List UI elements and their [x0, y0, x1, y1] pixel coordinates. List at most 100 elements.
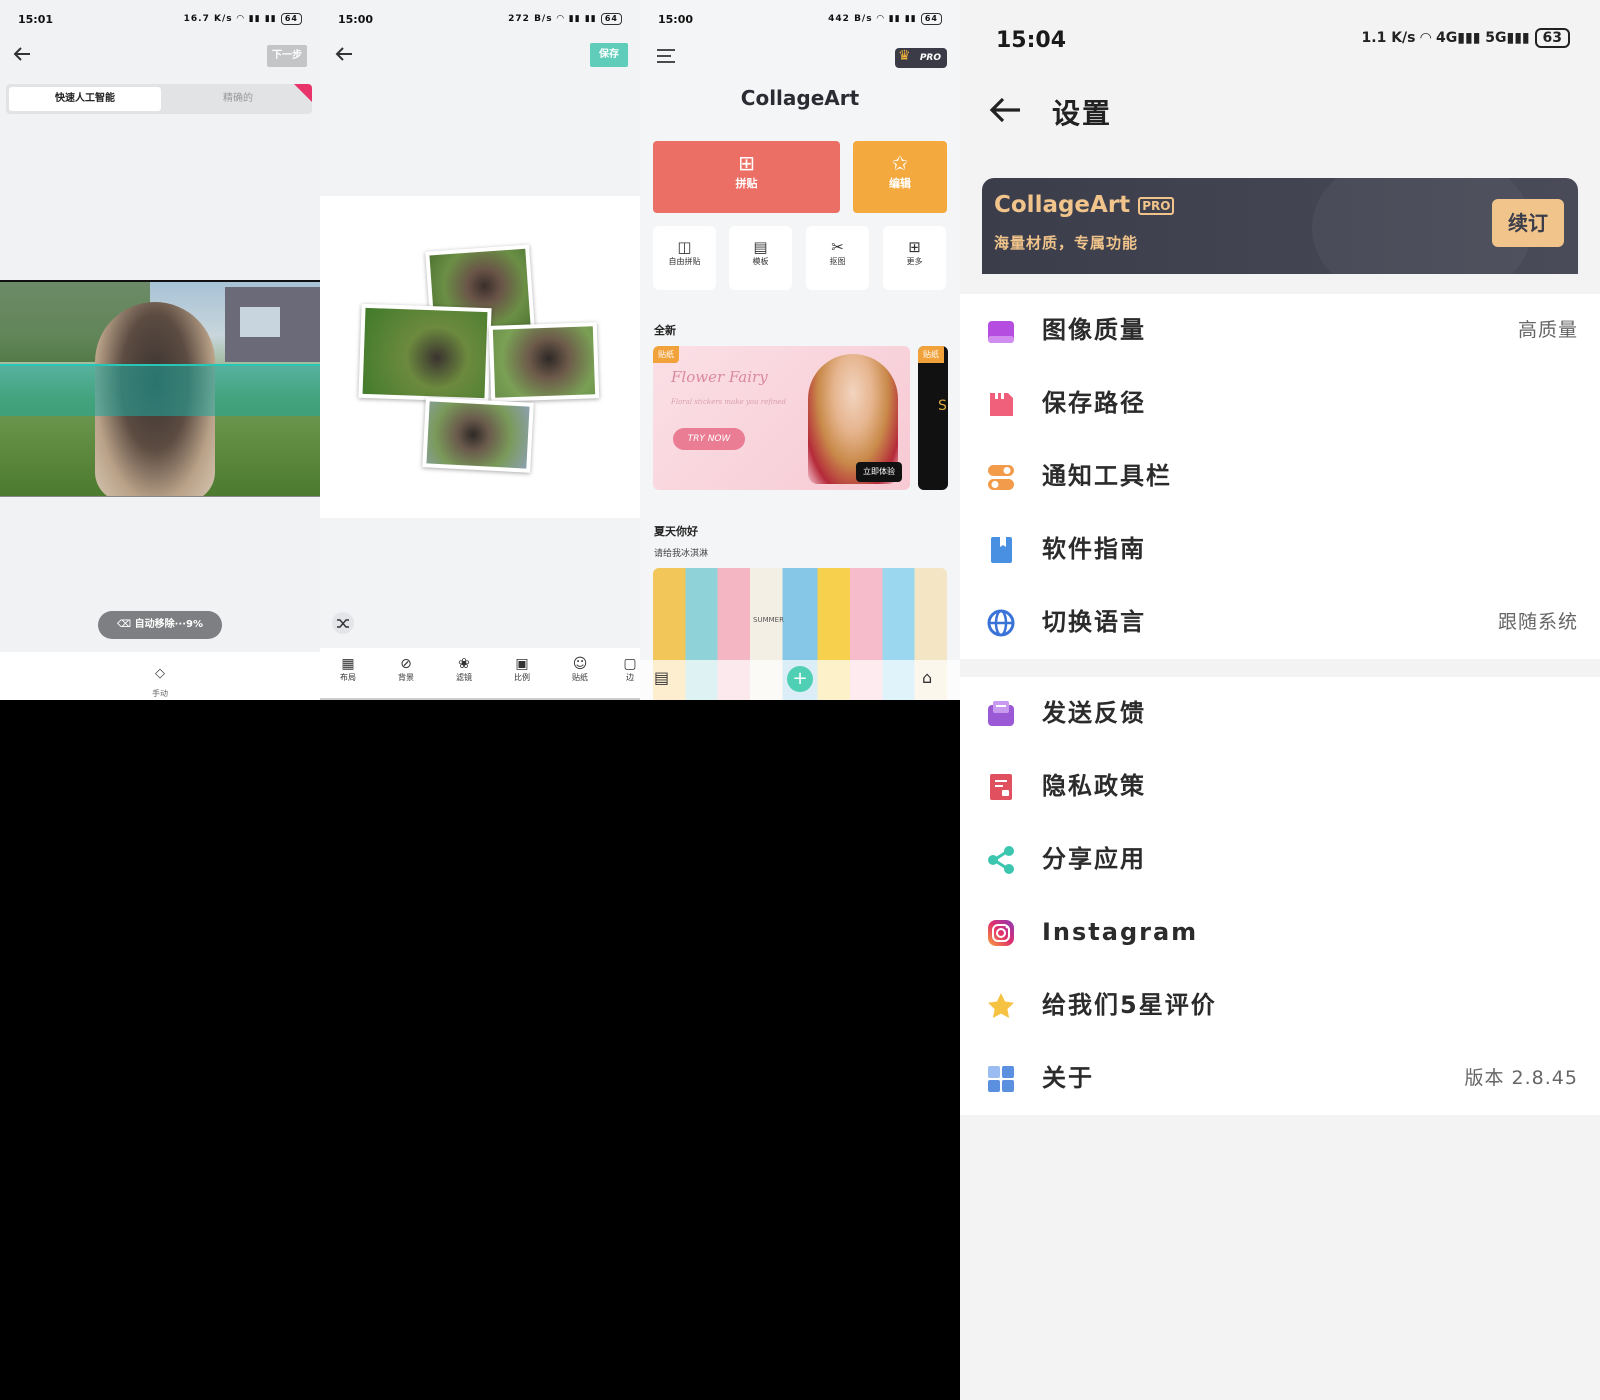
net-speed: 442 B/s [828, 14, 873, 24]
shuffle-button[interactable] [332, 612, 354, 634]
drafts-button[interactable]: ▤ [654, 668, 676, 690]
more-button[interactable]: ⊞ 更多 [883, 226, 946, 290]
tool-filter[interactable]: ❀ 滤镜 [448, 656, 480, 683]
filter-icon: ❀ [458, 656, 470, 672]
banner-subtitle: Floral stickers make you refined [671, 398, 787, 406]
setting-privacy-policy[interactable]: 隐私政策 [960, 750, 1600, 823]
setting-instagram[interactable]: Instagram [960, 896, 1600, 969]
globe-icon [986, 608, 1016, 638]
setting-feedback[interactable]: 发送反馈 [960, 677, 1600, 750]
tool-ratio[interactable]: ▣ 比例 [506, 656, 538, 683]
mode-tabs: 快速人工智能 精确的 [6, 84, 312, 114]
bottom-bar: ◇ 手动 [0, 652, 320, 700]
store-button[interactable]: ⌂ [922, 668, 944, 690]
collage-photo[interactable] [488, 322, 600, 402]
background-icon: ⊘ [400, 656, 412, 672]
setting-about[interactable]: 关于 版本 2.8.45 [960, 1042, 1600, 1115]
cutout-button[interactable]: ✂ 抠图 [806, 226, 869, 290]
back-arrow-icon [12, 46, 36, 62]
status-bar: 15:04 1.1 K/s ◠ 4G▮▮▮ 5G▮▮▮ 63 [996, 28, 1570, 58]
toolbar-toggle-icon [986, 462, 1016, 492]
tool-sticker[interactable]: ☺ 贴纸 [564, 656, 596, 683]
settings-group-general: 图像质量 高质量 保存路径 通知工具栏 软件指南 切换语言 跟随系统 [960, 294, 1600, 659]
guide-book-icon [986, 535, 1016, 565]
tool-bar: ▦ 布局 ⊘ 背景 ❀ 滤镜 ▣ 比例 ☺ 贴纸 ▢ 边 [320, 648, 640, 700]
back-button[interactable] [12, 46, 36, 66]
back-button[interactable] [988, 96, 1024, 126]
shuffle-icon [332, 612, 354, 634]
tool-background[interactable]: ⊘ 背景 [390, 656, 422, 683]
hamburger-menu-icon [656, 48, 676, 64]
pro-button[interactable]: ♛ PRO [895, 48, 947, 68]
renew-button[interactable]: 续订 [1492, 199, 1564, 247]
net-speed: 1.1 K/s [1361, 30, 1416, 46]
pro-card-title: CollageArt PRO [994, 192, 1175, 218]
setting-notification-toolbar[interactable]: 通知工具栏 [960, 440, 1600, 513]
status-time: 15:00 [658, 13, 694, 26]
flower-fairy-banner[interactable]: 贴纸 Flower Fairy Floral stickers make you… [653, 346, 910, 490]
grid-icon: ⊞ [738, 151, 755, 175]
section-new-title: 全新 [654, 324, 676, 337]
battery-level: 63 [1534, 28, 1570, 48]
border-icon: ▢ [623, 656, 637, 672]
collage-photo[interactable] [422, 397, 534, 473]
page-title: 设置 [1052, 97, 1113, 130]
layout-icon: ▦ [341, 656, 355, 672]
manual-tool[interactable]: ◇ 手动 [140, 662, 180, 700]
setting-rate-us[interactable]: 给我们5星评价 [960, 969, 1600, 1042]
create-button[interactable]: + [787, 666, 813, 692]
edit-button[interactable]: ✩ 编辑 [853, 141, 947, 213]
signal-5g-icon: 5G▮▮▮ [1485, 30, 1530, 46]
setting-save-path[interactable]: 保存路径 [960, 367, 1600, 440]
instagram-icon [986, 918, 1016, 948]
tab-fast-ai[interactable]: 快速人工智能 [9, 87, 161, 111]
status-time: 15:04 [996, 28, 1067, 53]
collage-photo[interactable] [358, 303, 492, 403]
panel-home: 15:00 442 B/s ◠ ▮▮ ▮▮ 64 ♛ PRO CollageAr… [640, 0, 960, 700]
bottom-nav: ▤ + ⌂ [640, 660, 960, 700]
panel-remove-background: 15:01 16.7 K/s ◠ ▮▮ ▮▮ 64 下一步 快速人工智能 精确的… [0, 0, 320, 700]
battery-level: 64 [600, 13, 622, 25]
pro-subscription-card[interactable]: CollageArt PRO 海量材质，专属功能 续订 [982, 178, 1578, 274]
ratio-icon: ▣ [515, 656, 529, 672]
about-grid-icon [986, 1064, 1016, 1094]
panel-collage-editor: 15:00 272 B/s ◠ ▮▮ ▮▮ 64 保存 ▦ 布局 ⊘ 背景 ❀ 滤镜 … [320, 0, 640, 700]
setting-user-guide[interactable]: 软件指南 [960, 513, 1600, 586]
try-experience-button[interactable]: 立即体验 [856, 462, 902, 482]
collage-canvas[interactable] [320, 196, 640, 518]
template-button[interactable]: ▤ 模板 [729, 226, 792, 290]
app-title: CollageArt [740, 86, 860, 110]
second-banner[interactable]: 贴纸 S [918, 346, 948, 490]
setting-share-app[interactable]: 分享应用 [960, 823, 1600, 896]
free-collage-icon: ◫ [677, 238, 692, 256]
next-button[interactable]: 下一步 [267, 45, 307, 67]
tool-layout[interactable]: ▦ 布局 [332, 656, 364, 683]
status-bar: 15:00 442 B/s ◠ ▮▮ ▮▮ 64 [658, 13, 942, 29]
setting-language[interactable]: 切换语言 跟随系统 [960, 586, 1600, 659]
try-now-button[interactable]: TRY NOW [673, 428, 745, 450]
battery-level: 64 [280, 13, 302, 25]
privacy-doc-icon [986, 772, 1016, 802]
net-speed: 16.7 K/s [183, 14, 233, 24]
store-icon: ⌂ [922, 668, 933, 687]
section-summer-title: 夏天你好 [654, 525, 698, 538]
scan-overlay [0, 364, 320, 416]
tool-border[interactable]: ▢ 边 [620, 656, 640, 683]
menu-button[interactable] [656, 48, 676, 64]
battery-level: 64 [920, 13, 942, 25]
back-button[interactable] [334, 46, 358, 66]
save-button[interactable]: 保存 [590, 43, 628, 67]
share-icon [986, 845, 1016, 875]
status-bar: 15:00 272 B/s ◠ ▮▮ ▮▮ 64 [338, 13, 622, 29]
free-collage-button[interactable]: ◫ 自由拼贴 [653, 226, 716, 290]
edit-photo[interactable] [0, 280, 320, 497]
tab-precise[interactable]: 精确的 [164, 87, 312, 111]
collage-button[interactable]: ⊞ 拼贴 [653, 141, 840, 213]
auto-remove-pill: ⌫ 自动移除···9% [98, 611, 222, 639]
pro-corner-badge [294, 84, 312, 102]
banner-title: Flower Fairy [671, 368, 768, 386]
feedback-mail-icon [986, 699, 1016, 729]
panel-settings: 15:04 1.1 K/s ◠ 4G▮▮▮ 5G▮▮▮ 63 设置 Collag… [960, 0, 1600, 1400]
setting-image-quality[interactable]: 图像质量 高质量 [960, 294, 1600, 367]
template-icon: ▤ [753, 238, 768, 256]
